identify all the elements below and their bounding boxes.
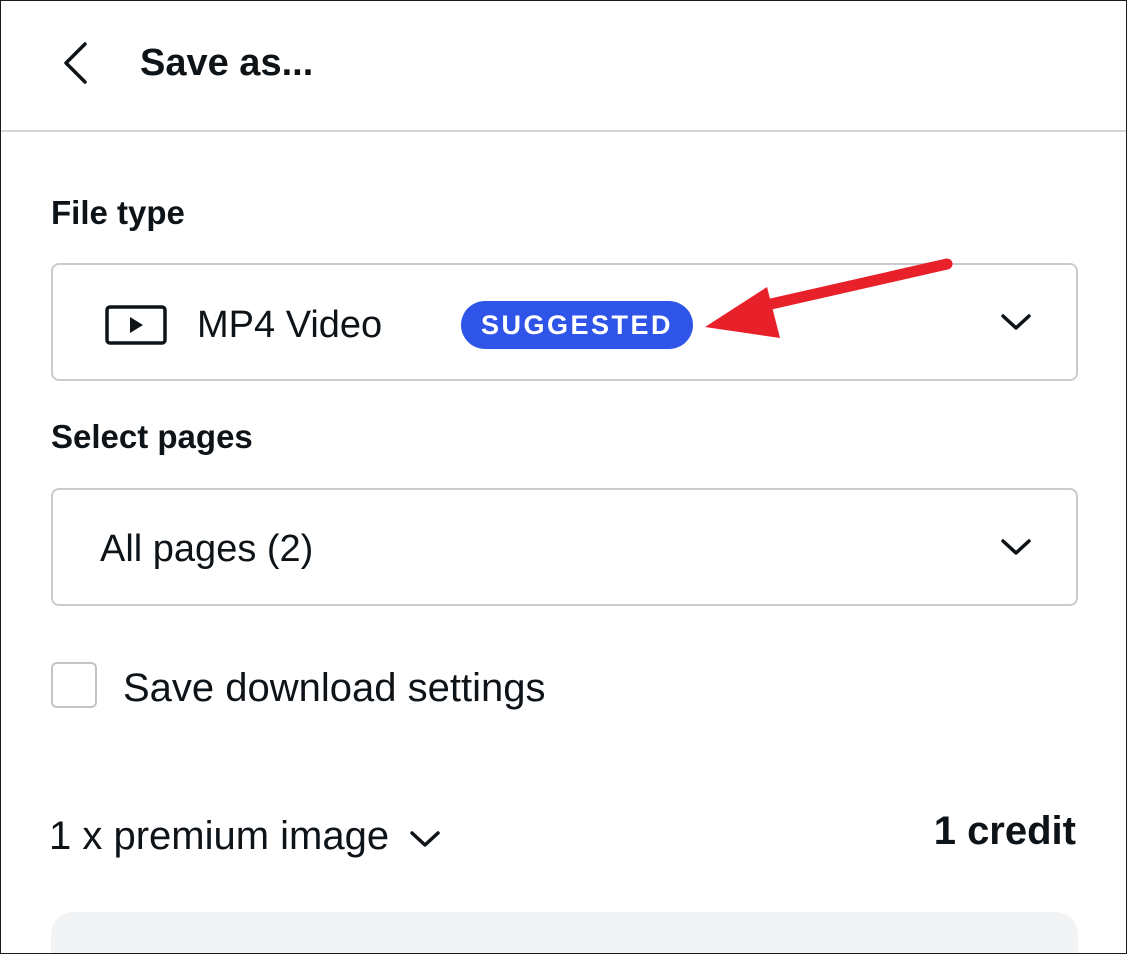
chevron-left-icon [64, 42, 87, 84]
page-title: Save as... [140, 42, 314, 84]
chevron-down-icon [1001, 314, 1031, 330]
video-play-icon [105, 305, 167, 345]
select-pages-select[interactable]: All pages (2) [51, 488, 1078, 606]
chevron-down-icon [410, 831, 440, 847]
back-button[interactable] [53, 39, 97, 87]
select-pages-value: All pages (2) [100, 528, 314, 570]
suggested-badge: SUGGESTED [461, 301, 694, 349]
panel-header: Save as... [1, 1, 1126, 132]
premium-image-label: 1 x premium image [49, 814, 390, 858]
credit-cost: 1 credit [933, 809, 1076, 853]
download-button-area[interactable] [51, 912, 1078, 953]
file-type-value: MP4 Video [197, 304, 383, 346]
file-type-select[interactable]: MP4 Video SUGGESTED [51, 263, 1078, 381]
file-type-label: File type [51, 194, 185, 231]
save-as-panel: Save as... File type MP4 Video SUGGESTED… [0, 0, 1127, 954]
chevron-down-icon [1001, 539, 1031, 555]
save-settings-label[interactable]: Save download settings [123, 665, 546, 711]
select-pages-label: Select pages [51, 418, 253, 455]
save-settings-checkbox[interactable] [51, 662, 97, 708]
premium-image-toggle[interactable]: 1 x premium image [49, 813, 441, 859]
